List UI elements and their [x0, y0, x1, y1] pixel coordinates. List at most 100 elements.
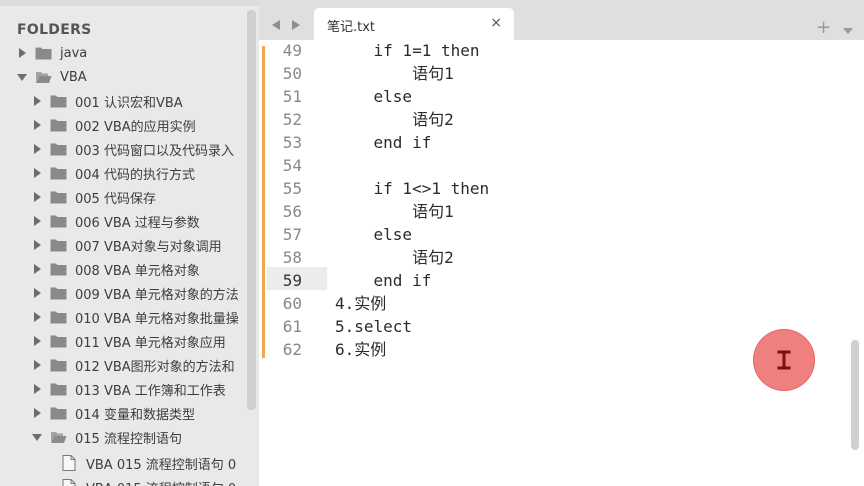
collapsed-triangle-icon[interactable] [32, 216, 42, 226]
sidebar: FOLDERS java VBA 001 认识宏和VBA 002 VBA的应用实例 00… [0, 0, 259, 486]
code-line[interactable]: 51 else [259, 85, 819, 108]
line-number: 56 [282, 202, 302, 221]
collapsed-triangle-icon[interactable] [32, 312, 42, 322]
tree-item-label: 012 VBA图形对象的方法和 [75, 359, 235, 375]
collapsed-triangle-icon[interactable] [32, 360, 42, 370]
code-line[interactable]: 55 if 1<>1 then [259, 177, 819, 200]
code-line[interactable]: 56 语句1 [259, 200, 819, 223]
code-line[interactable]: 57 else [259, 223, 819, 246]
collapsed-triangle-icon[interactable] [17, 48, 27, 58]
tree-item-label: 008 VBA 单元格对象 [75, 263, 200, 279]
folder-item[interactable]: 015 流程控制语句 [32, 425, 259, 449]
folder-item[interactable]: 005 代码保存 [32, 185, 259, 209]
line-text[interactable]: end if [335, 131, 432, 154]
code-line[interactable]: 53 end if [259, 131, 819, 154]
folder-item[interactable]: 014 变量和数据类型 [32, 401, 259, 425]
tree-item-label: 003 代码窗口以及代码录入 [75, 143, 234, 159]
folder-item[interactable]: 003 代码窗口以及代码录入 [32, 137, 259, 161]
line-text[interactable]: 语句1 [335, 200, 454, 223]
collapsed-triangle-icon[interactable] [32, 120, 42, 130]
line-number: 61 [282, 317, 302, 336]
collapsed-triangle-icon[interactable] [32, 336, 42, 346]
code-line[interactable]: 54 [259, 154, 819, 177]
line-text[interactable]: else [335, 223, 413, 246]
code-line[interactable]: 49 if 1=1 then [259, 40, 819, 62]
open-folder-icon [51, 432, 67, 443]
line-text[interactable]: 6.实例 [335, 338, 386, 361]
folder-item[interactable]: 012 VBA图形对象的方法和 [32, 353, 259, 377]
tree-item-label: VBA 015 流程控制语句 0 [86, 457, 237, 473]
folder-item[interactable]: 010 VBA 单元格对象批量操 [32, 305, 259, 329]
folder-item[interactable]: 009 VBA 单元格对象的方法 [32, 281, 259, 305]
tree-item-label: VBA 015 流程控制语句 0 [86, 478, 236, 486]
code-line[interactable]: 60 4.实例 [259, 292, 819, 315]
folder-item[interactable]: 013 VBA 工作簿和工作表 [32, 377, 259, 401]
expanded-triangle-icon[interactable] [32, 432, 42, 442]
collapsed-triangle-icon[interactable] [32, 168, 42, 178]
line-number: 55 [282, 179, 302, 198]
file-icon [62, 455, 76, 471]
line-text[interactable]: 语句2 [335, 108, 454, 131]
nav-forward-icon[interactable] [289, 15, 301, 34]
editor-scrollbar[interactable] [851, 340, 859, 450]
folder-item[interactable]: 007 VBA对象与对象调用 [32, 233, 259, 257]
collapsed-triangle-icon[interactable] [32, 408, 42, 418]
line-text[interactable]: 语句2 [335, 246, 454, 269]
folder-item[interactable]: 004 代码的执行方式 [32, 161, 259, 185]
collapsed-triangle-icon[interactable] [32, 96, 42, 106]
folder-item[interactable]: 001 认识宏和VBA [32, 89, 259, 113]
collapsed-triangle-icon[interactable] [32, 288, 42, 298]
line-text[interactable]: end if [335, 269, 432, 292]
line-number: 49 [282, 41, 302, 60]
folder-icon [50, 239, 67, 252]
tab-notes[interactable]: 笔记.txt × [314, 8, 514, 40]
collapsed-triangle-icon[interactable] [32, 144, 42, 154]
folder-item[interactable]: 002 VBA的应用实例 [32, 113, 259, 137]
line-text[interactable]: if 1<>1 then [335, 177, 490, 200]
line-text[interactable]: 5.select [335, 315, 412, 338]
line-text[interactable]: if 1=1 then [335, 40, 480, 62]
folder-icon [50, 95, 67, 108]
code-line[interactable]: 50 语句1 [259, 62, 819, 85]
tree-item-label: VBA [60, 69, 87, 85]
collapsed-triangle-icon[interactable] [32, 240, 42, 250]
tab-bar: 笔记.txt × + [259, 0, 864, 40]
code-line[interactable]: 61 5.select [259, 315, 819, 338]
collapsed-triangle-icon[interactable] [32, 264, 42, 274]
line-text[interactable]: 语句1 [335, 62, 454, 85]
folder-item[interactable]: java [17, 41, 259, 65]
file-item[interactable]: VBA 015 流程控制语句 0 [62, 451, 259, 475]
code-line[interactable]: 62 6.实例 [259, 338, 819, 361]
collapsed-triangle-icon[interactable] [32, 192, 42, 202]
code-line[interactable]: 59 end if [259, 269, 819, 292]
tab-list-chevron-icon[interactable] [843, 19, 853, 38]
tree-item-label: 013 VBA 工作簿和工作表 [75, 383, 226, 399]
new-tab-icon[interactable]: + [816, 17, 831, 38]
folder-item[interactable]: 008 VBA 单元格对象 [32, 257, 259, 281]
folder-item[interactable]: 011 VBA 单元格对象应用 [32, 329, 259, 353]
collapsed-triangle-icon[interactable] [32, 384, 42, 394]
folder-item[interactable]: 006 VBA 过程与参数 [32, 209, 259, 233]
line-text[interactable]: else [335, 85, 413, 108]
folder-icon [50, 143, 67, 156]
nav-back-icon[interactable] [271, 15, 283, 34]
expanded-triangle-icon[interactable] [17, 72, 27, 82]
file-item[interactable]: VBA 015 流程控制语句 0 [62, 475, 259, 486]
editor[interactable]: 49 if 1=1 then 50 语句1 51 else 52 语句2 53 end … [259, 40, 864, 486]
line-number: 57 [282, 225, 302, 244]
tree-item-label: 007 VBA对象与对象调用 [75, 239, 222, 255]
tree-item-label: 010 VBA 单元格对象批量操 [75, 311, 239, 327]
line-text[interactable]: 4.实例 [335, 292, 386, 315]
line-number: 52 [282, 110, 302, 129]
line-number: 60 [282, 294, 302, 313]
tab-label: 笔记.txt [327, 20, 376, 35]
folder-icon [50, 359, 67, 372]
folder-item[interactable]: VBA [17, 65, 259, 89]
tree-item-label: 004 代码的执行方式 [75, 167, 195, 183]
folder-icon [35, 47, 52, 60]
tab-close-icon[interactable]: × [490, 15, 502, 31]
code-line[interactable]: 58 语句2 [259, 246, 819, 269]
tree-item-label: 005 代码保存 [75, 191, 156, 207]
code-line[interactable]: 52 语句2 [259, 108, 819, 131]
sidebar-scrollbar[interactable] [247, 10, 256, 410]
